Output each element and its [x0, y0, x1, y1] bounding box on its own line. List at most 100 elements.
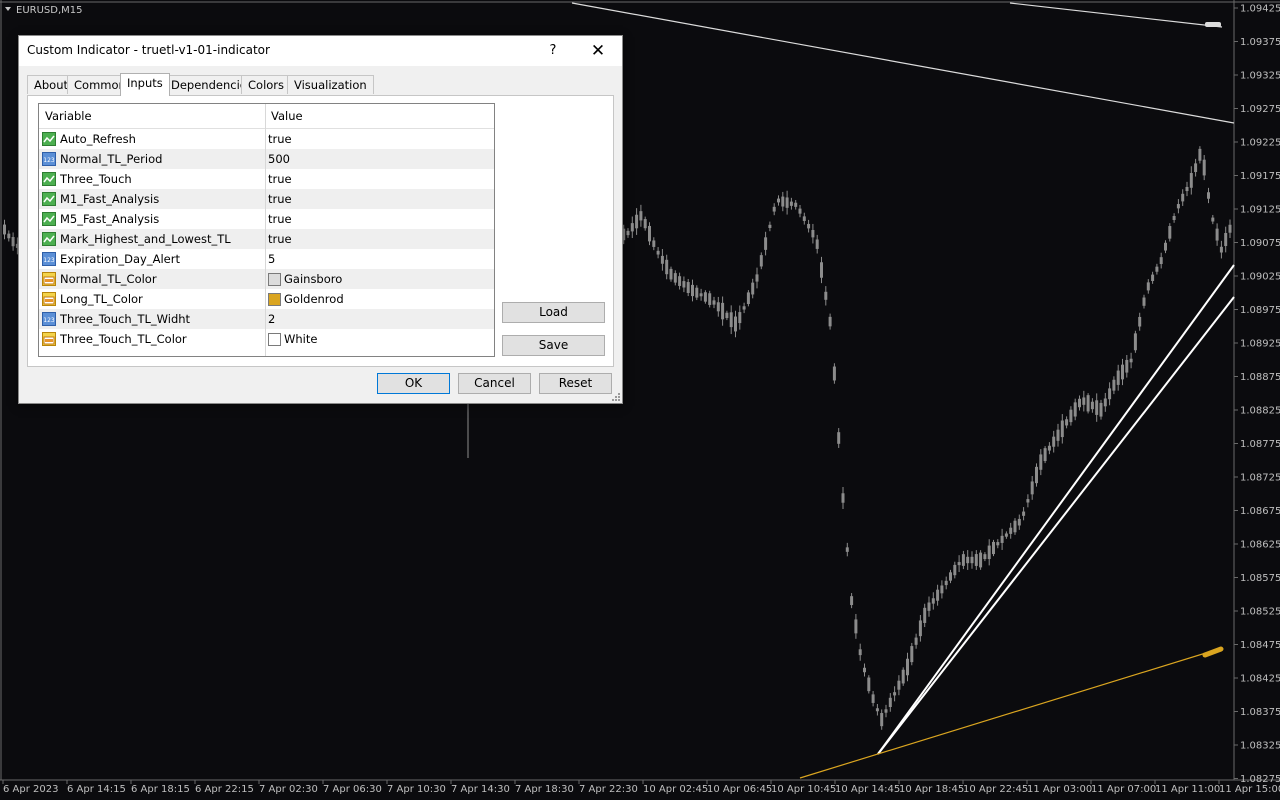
time-label: 11 Apr 11:00	[1155, 784, 1220, 795]
time-label: 7 Apr 06:30	[323, 784, 382, 795]
price-label: 1.08575	[1240, 573, 1280, 584]
price-label: 1.08875	[1240, 372, 1280, 383]
price-label: 1.09375	[1240, 37, 1280, 48]
price-label: 1.09325	[1240, 71, 1280, 82]
table-row[interactable]: 123 Three_Touch_TL_Widht 2	[39, 309, 494, 329]
color-icon	[42, 272, 56, 286]
bool-icon	[42, 212, 56, 226]
variable-name: M5_Fast_Analysis	[60, 212, 160, 226]
time-label: 7 Apr 14:30	[451, 784, 510, 795]
bool-icon	[42, 172, 56, 186]
column-separator[interactable]	[265, 104, 266, 356]
price-label: 1.08675	[1240, 506, 1280, 517]
svg-text:123: 123	[43, 257, 55, 264]
tab-visualization[interactable]: Visualization	[287, 75, 374, 94]
time-label: 11 Apr 07:00	[1091, 784, 1156, 795]
price-label: 1.09425	[1240, 4, 1280, 15]
tab-inputs[interactable]: Inputs	[120, 73, 170, 96]
table-row[interactable]: Mark_Highest_and_Lowest_TL true	[39, 229, 494, 249]
load-button[interactable]: Load	[502, 302, 605, 323]
time-label: 6 Apr 14:15	[67, 784, 126, 795]
chart-symbol: EURUSD,M15	[16, 5, 82, 16]
table-row[interactable]: M1_Fast_Analysis true	[39, 189, 494, 209]
dialog-titlebar[interactable]: Custom Indicator - truetl-v1-01-indicato…	[19, 36, 622, 66]
price-label: 1.09275	[1240, 104, 1280, 115]
svg-text:123: 123	[43, 317, 55, 324]
variable-name: Normal_TL_Period	[60, 152, 163, 166]
time-label: 7 Apr 02:30	[259, 784, 318, 795]
variable-value[interactable]: 500	[268, 152, 290, 166]
grid-header: Variable Value	[39, 104, 494, 129]
dialog-title: Custom Indicator - truetl-v1-01-indicato…	[27, 43, 270, 57]
inputs-panel: Variable Value Auto_Refresh true 123 Normal…	[27, 95, 614, 367]
variable-name: Mark_Highest_and_Lowest_TL	[60, 232, 231, 246]
table-row[interactable]: 123 Expiration_Day_Alert 5	[39, 249, 494, 269]
variable-value[interactable]: true	[268, 132, 292, 146]
time-label: 10 Apr 10:45	[771, 784, 836, 795]
time-label: 11 Apr 03:00	[1027, 784, 1092, 795]
variable-value[interactable]: 5	[268, 252, 275, 266]
table-row[interactable]: Three_Touch true	[39, 169, 494, 189]
variable-value[interactable]: true	[268, 232, 292, 246]
time-label: 10 Apr 06:45	[707, 784, 772, 795]
int-icon: 123	[42, 152, 56, 166]
table-row[interactable]: 123 Normal_TL_Period 500	[39, 149, 494, 169]
inputs-grid: Variable Value Auto_Refresh true 123 Normal…	[38, 103, 495, 357]
price-label: 1.09175	[1240, 171, 1280, 182]
price-label: 1.08375	[1240, 707, 1280, 718]
save-button[interactable]: Save	[502, 335, 605, 356]
color-icon	[42, 292, 56, 306]
close-button[interactable]: ✕	[578, 38, 618, 64]
column-header-value[interactable]: Value	[271, 109, 303, 123]
price-label: 1.08475	[1240, 640, 1280, 651]
variable-name: Three_Touch_TL_Widht	[60, 312, 191, 326]
resize-grip-icon[interactable]	[611, 392, 621, 402]
column-header-variable[interactable]: Variable	[45, 109, 92, 123]
table-row[interactable]: M5_Fast_Analysis true	[39, 209, 494, 229]
time-label: 6 Apr 2023	[3, 784, 58, 795]
price-label: 1.08625	[1240, 540, 1280, 551]
bool-icon	[42, 132, 56, 146]
time-label: 10 Apr 14:45	[835, 784, 900, 795]
variable-name: Normal_TL_Color	[60, 272, 157, 286]
variable-name: Auto_Refresh	[60, 132, 136, 146]
table-row[interactable]: Auto_Refresh true	[39, 129, 494, 149]
price-label: 1.09075	[1240, 238, 1280, 249]
time-label: 7 Apr 22:30	[579, 784, 638, 795]
table-row[interactable]: Normal_TL_Color Gainsboro	[39, 269, 494, 289]
variable-value[interactable]: true	[268, 172, 292, 186]
color-icon	[42, 332, 56, 346]
price-label: 1.08725	[1240, 473, 1280, 484]
time-label: 6 Apr 22:15	[195, 784, 254, 795]
time-label: 6 Apr 18:15	[131, 784, 190, 795]
time-label: 10 Apr 22:45	[963, 784, 1028, 795]
svg-text:123: 123	[43, 157, 55, 164]
int-icon: 123	[42, 252, 56, 266]
color-swatch[interactable]	[268, 293, 281, 306]
cancel-button[interactable]: Cancel	[458, 373, 531, 394]
variable-value[interactable]: 2	[268, 312, 275, 326]
variable-name: M1_Fast_Analysis	[60, 192, 160, 206]
time-label: 7 Apr 10:30	[387, 784, 446, 795]
variable-value[interactable]: White	[284, 332, 317, 346]
variable-value[interactable]: true	[268, 192, 292, 206]
price-label: 1.09025	[1240, 272, 1280, 283]
variable-value[interactable]: Gainsboro	[284, 272, 342, 286]
table-row[interactable]: Long_TL_Color Goldenrod	[39, 289, 494, 309]
color-swatch[interactable]	[268, 333, 281, 346]
variable-name: Three_Touch_TL_Color	[60, 332, 187, 346]
time-label: 10 Apr 18:45	[899, 784, 964, 795]
price-label: 1.08325	[1240, 741, 1280, 752]
variable-value[interactable]: Goldenrod	[284, 292, 344, 306]
price-label: 1.08925	[1240, 339, 1280, 350]
color-swatch[interactable]	[268, 273, 281, 286]
ok-button[interactable]: OK	[377, 373, 450, 394]
price-label: 1.08775	[1240, 439, 1280, 450]
tab-colors[interactable]: Colors	[241, 75, 292, 94]
help-button[interactable]: ?	[533, 38, 573, 64]
table-row[interactable]: Three_Touch_TL_Color White	[39, 329, 494, 349]
variable-value[interactable]: true	[268, 212, 292, 226]
reset-button[interactable]: Reset	[539, 373, 612, 394]
price-label: 1.08825	[1240, 406, 1280, 417]
price-label: 1.09225	[1240, 138, 1280, 149]
